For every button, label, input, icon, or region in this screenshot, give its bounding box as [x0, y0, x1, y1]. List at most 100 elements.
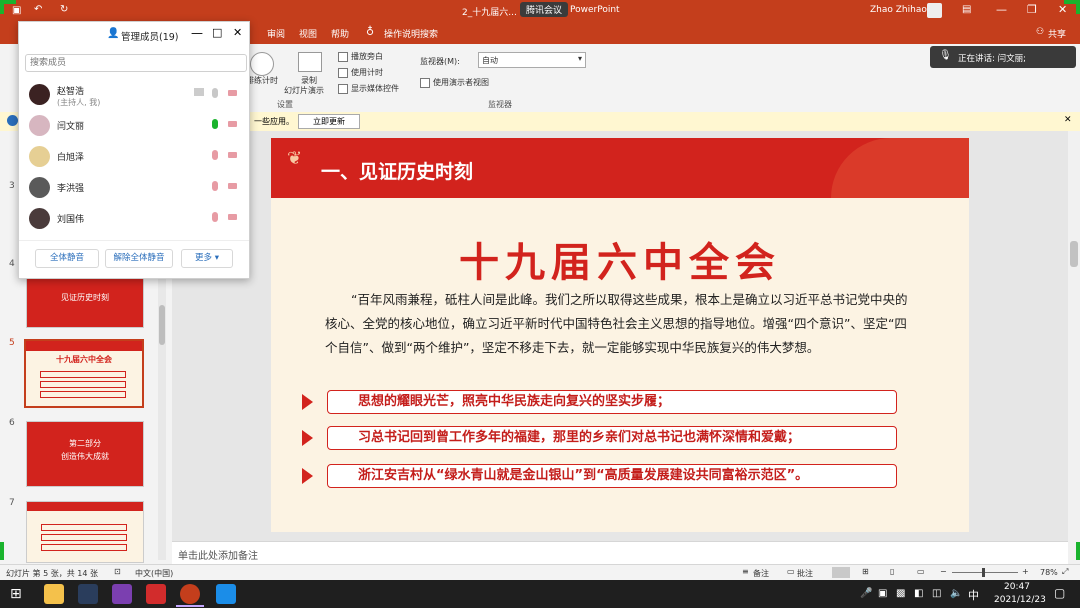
microphone-icon[interactable]: [212, 88, 218, 98]
bullet-text: 习总书记回到曾工作多年的福建，那里的乡亲们对总书记也满怀深情和爱戴；: [358, 430, 801, 445]
user-avatar[interactable]: [927, 3, 942, 18]
member-row[interactable]: 闫文丽: [19, 111, 249, 141]
app-tray-icon-2[interactable]: ◧: [914, 588, 923, 599]
media-controls-checkbox[interactable]: 显示媒体控件: [338, 83, 399, 94]
volume-icon[interactable]: 🔈: [950, 588, 962, 599]
monitor-select[interactable]: 自动 ▾: [478, 52, 586, 68]
microphone-muted-icon[interactable]: [212, 150, 218, 160]
notes-pane[interactable]: 单击此处添加备注: [172, 541, 1068, 565]
zoom-in-icon[interactable]: +: [1022, 567, 1029, 576]
update-now-button[interactable]: 立即更新: [298, 114, 360, 129]
zoom-out-icon[interactable]: −: [940, 567, 947, 576]
narration-checkbox[interactable]: 播放旁白: [338, 51, 383, 62]
maximize-icon[interactable]: ❐: [1027, 3, 1037, 16]
slide-thumb-4[interactable]: 见证历史时刻: [26, 271, 144, 328]
record-icon[interactable]: [298, 52, 322, 72]
rehearse-timing-button[interactable]: 排练计时: [246, 75, 278, 86]
microphone-tray-icon[interactable]: 🎤: [860, 588, 872, 599]
clock-date[interactable]: 2021/12/23: [994, 595, 1046, 605]
slide-sorter-icon[interactable]: ⊞: [862, 567, 869, 576]
app-tray-icon[interactable]: ▩: [896, 588, 905, 599]
microphone-active-icon[interactable]: [212, 119, 218, 129]
tell-me-search[interactable]: 操作说明搜索: [384, 27, 438, 40]
comments-icon[interactable]: ▭: [787, 567, 795, 576]
close-panel-icon[interactable]: ✕: [233, 26, 242, 39]
steam-icon[interactable]: [78, 584, 98, 604]
ime-indicator[interactable]: 中: [968, 587, 979, 603]
person-icon: 👤: [107, 28, 120, 39]
language-status[interactable]: 中文(中国): [135, 568, 173, 579]
notes-icon[interactable]: ≡: [742, 567, 749, 576]
share-icon[interactable]: ⚇: [1036, 27, 1044, 37]
normal-view-icon[interactable]: [832, 567, 850, 578]
status-bar: 幻灯片 第 5 张，共 14 张 ⊡ 中文(中国) ≡ 备注 ▭ 批注 ⊞ ▯ …: [0, 564, 1080, 581]
rehearse-timing-icon[interactable]: [250, 52, 274, 76]
camera-off-icon[interactable]: [228, 214, 237, 220]
notification-icon[interactable]: ▢: [1054, 586, 1065, 600]
chevron-right-icon: [302, 394, 313, 410]
more-button[interactable]: 更多 ▾: [181, 249, 233, 268]
comments-button[interactable]: 批注: [797, 568, 813, 579]
member-search-input[interactable]: [25, 54, 247, 72]
save-icon[interactable]: ▣: [12, 5, 21, 16]
camera-off-icon[interactable]: [228, 90, 237, 96]
meeting-indicator[interactable]: 腾讯会议: [520, 2, 569, 17]
timing-label: 使用计时: [351, 68, 383, 77]
notes-button[interactable]: 备注: [753, 568, 769, 579]
members-panel: 👤 管理成员(19) — □ ✕ 赵智浩 (主持人, 我) 闫文丽 白旭泽 李洪…: [18, 21, 250, 279]
meeting-tray-icon[interactable]: ▣: [878, 588, 887, 599]
slide-thumb-6[interactable]: 第二部分 创造伟大成就: [26, 421, 144, 487]
zoom-level[interactable]: 78%: [1040, 568, 1058, 577]
tab-review[interactable]: 审阅: [267, 27, 285, 40]
microphone-muted-icon[interactable]: [212, 181, 218, 191]
camera-off-icon[interactable]: [228, 121, 237, 127]
camera-off-icon[interactable]: [228, 183, 237, 189]
share-button[interactable]: 共享: [1048, 27, 1066, 40]
current-slide[interactable]: ❦ 一、见证历史时刻 十九届六中全会 “百年风雨兼程，砥柱人间是此峰。我们之所以…: [271, 138, 969, 532]
screen-share-icon[interactable]: [194, 88, 204, 96]
members-panel-title: 管理成员(19): [121, 32, 179, 43]
undo-icon[interactable]: ↶: [34, 4, 42, 15]
accessibility-icon[interactable]: ⊡: [114, 567, 121, 576]
tab-view[interactable]: 视图: [299, 27, 317, 40]
redo-icon[interactable]: ↻: [60, 4, 68, 15]
close-icon[interactable]: ✕: [1058, 3, 1067, 16]
network-icon[interactable]: ◫: [932, 588, 941, 599]
member-row[interactable]: 白旭泽: [19, 142, 249, 172]
maximize-panel-icon[interactable]: □: [212, 26, 222, 39]
presenter-view-checkbox[interactable]: 使用演示者视图: [420, 77, 489, 88]
file-explorer-icon[interactable]: [44, 584, 64, 604]
news-app-icon[interactable]: [146, 584, 166, 604]
slideshow-icon[interactable]: ▭: [917, 567, 925, 576]
powerpoint-icon[interactable]: [180, 584, 200, 604]
timing-checkbox[interactable]: 使用计时: [338, 67, 383, 78]
user-name[interactable]: Zhao Zhihao: [870, 5, 927, 15]
member-name: 赵智浩: [57, 87, 85, 97]
avatar: [29, 177, 50, 198]
slide-thumb-7[interactable]: [26, 501, 144, 563]
ribbon-display-icon[interactable]: ▤: [962, 4, 971, 15]
header-decoration: [831, 138, 969, 198]
windows-start-icon[interactable]: ⊞: [10, 586, 22, 602]
unmute-all-button[interactable]: 解除全体静音: [105, 249, 173, 268]
onenote-icon[interactable]: [112, 584, 132, 604]
fit-slide-icon[interactable]: ⤢: [1062, 567, 1068, 577]
member-row[interactable]: 赵智浩 (主持人, 我): [19, 80, 249, 110]
tencent-meeting-icon[interactable]: [216, 584, 236, 604]
camera-off-icon[interactable]: [228, 152, 237, 158]
member-row[interactable]: 李洪强: [19, 173, 249, 203]
reading-view-icon[interactable]: ▯: [890, 567, 894, 576]
mute-all-button[interactable]: 全体静音: [35, 249, 99, 268]
slide-thumb-5[interactable]: 十九届六中全会: [24, 339, 144, 408]
clock-time[interactable]: 20:47: [1004, 582, 1030, 592]
minimize-icon[interactable]: —: [996, 3, 1007, 16]
close-infobar-icon[interactable]: ✕: [1064, 115, 1072, 125]
member-row[interactable]: 刘国伟: [19, 204, 249, 234]
canvas-scrollbar[interactable]: [1068, 131, 1080, 564]
record-sub-label[interactable]: 幻灯片演示: [284, 85, 324, 96]
microphone-muted-icon[interactable]: [212, 212, 218, 222]
minimize-panel-icon[interactable]: —: [191, 26, 203, 40]
tab-help[interactable]: 帮助: [331, 27, 349, 40]
slide-number: 4: [9, 259, 15, 269]
zoom-slider[interactable]: [952, 568, 1018, 577]
